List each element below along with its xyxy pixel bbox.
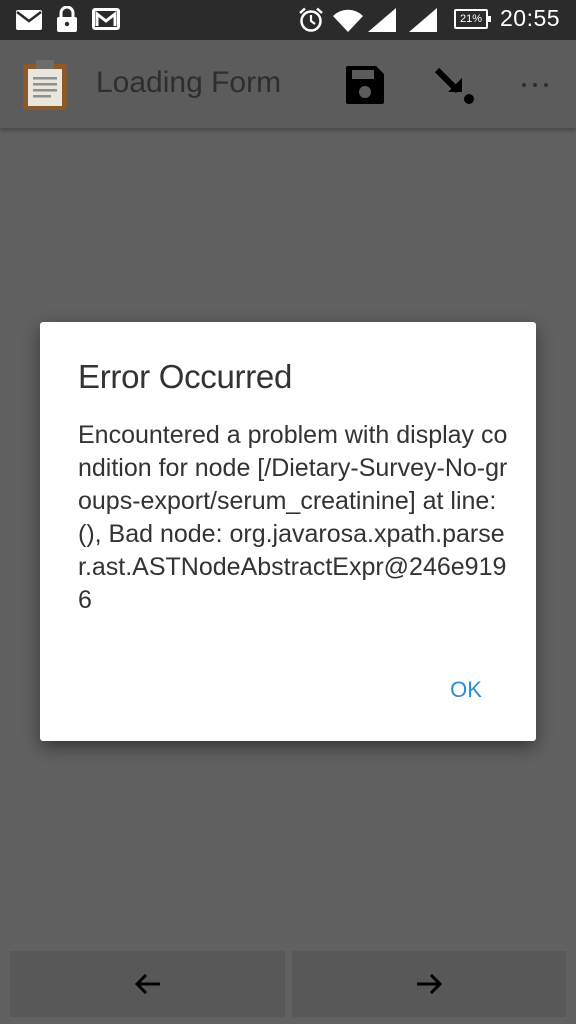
save-icon[interactable]: [344, 64, 386, 106]
signal-icon-2: [409, 8, 437, 32]
ok-button[interactable]: OK: [436, 677, 496, 703]
dialog-title: Error Occurred: [78, 358, 293, 395]
signal-icon: [368, 8, 396, 32]
form-clipboard-icon: [23, 60, 67, 110]
battery-level: 21%: [459, 13, 483, 25]
alarm-icon: [299, 7, 323, 32]
app-bar: Loading Form: [0, 40, 576, 128]
gmail-icon: [92, 8, 120, 30]
error-dialog: Error Occurred Encountered a problem wit…: [40, 322, 536, 741]
previous-button[interactable]: [10, 951, 285, 1017]
app-title: Loading Form: [96, 66, 282, 99]
next-button[interactable]: [292, 951, 566, 1017]
email-icon: [16, 10, 42, 30]
overflow-menu-icon[interactable]: [514, 72, 556, 98]
wifi-icon: [333, 9, 363, 32]
battery-icon: 21%: [454, 9, 491, 29]
jump-to-icon[interactable]: [434, 64, 476, 106]
arrow-right-icon: [417, 973, 443, 995]
arrow-left-icon: [134, 973, 160, 995]
status-clock: 20:55: [500, 5, 561, 31]
lock-icon: [57, 6, 77, 32]
status-bar: 21% 20:55: [0, 0, 576, 40]
dialog-message: Encountered a problem with display condi…: [78, 421, 508, 614]
